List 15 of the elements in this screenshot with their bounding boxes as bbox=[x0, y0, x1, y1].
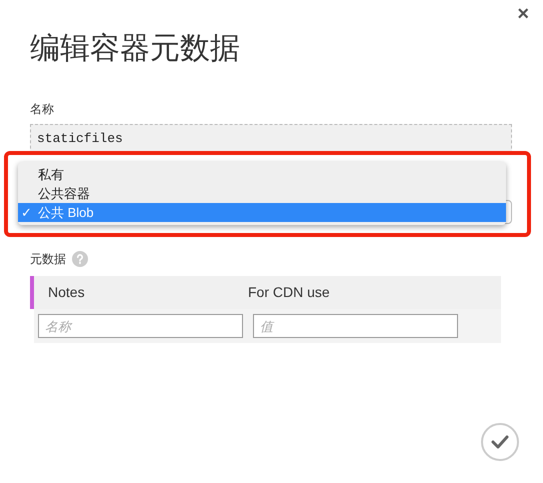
menu-option[interactable]: ✓ 公共 Blob bbox=[18, 203, 506, 222]
menu-option[interactable]: 公共容器 bbox=[18, 184, 506, 203]
field-label: 名称 bbox=[30, 101, 54, 118]
check-icon bbox=[491, 435, 509, 449]
menu-option[interactable]: 私有 bbox=[18, 165, 506, 184]
metadata-value: For CDN use bbox=[248, 283, 330, 302]
confirm-button[interactable] bbox=[481, 423, 519, 461]
name-field[interactable]: staticfiles bbox=[30, 124, 512, 154]
metadata-label: 元数据 bbox=[30, 251, 66, 268]
name-input[interactable]: 名称 bbox=[38, 314, 243, 338]
metadata-row[interactable]: Notes For CDN use bbox=[30, 276, 501, 309]
metadata-name: Notes bbox=[47, 283, 86, 302]
close-button[interactable]: × bbox=[517, 4, 529, 24]
dialog-title: 编辑容器元数据 bbox=[30, 31, 240, 67]
value-input[interactable]: 值 bbox=[253, 314, 458, 338]
